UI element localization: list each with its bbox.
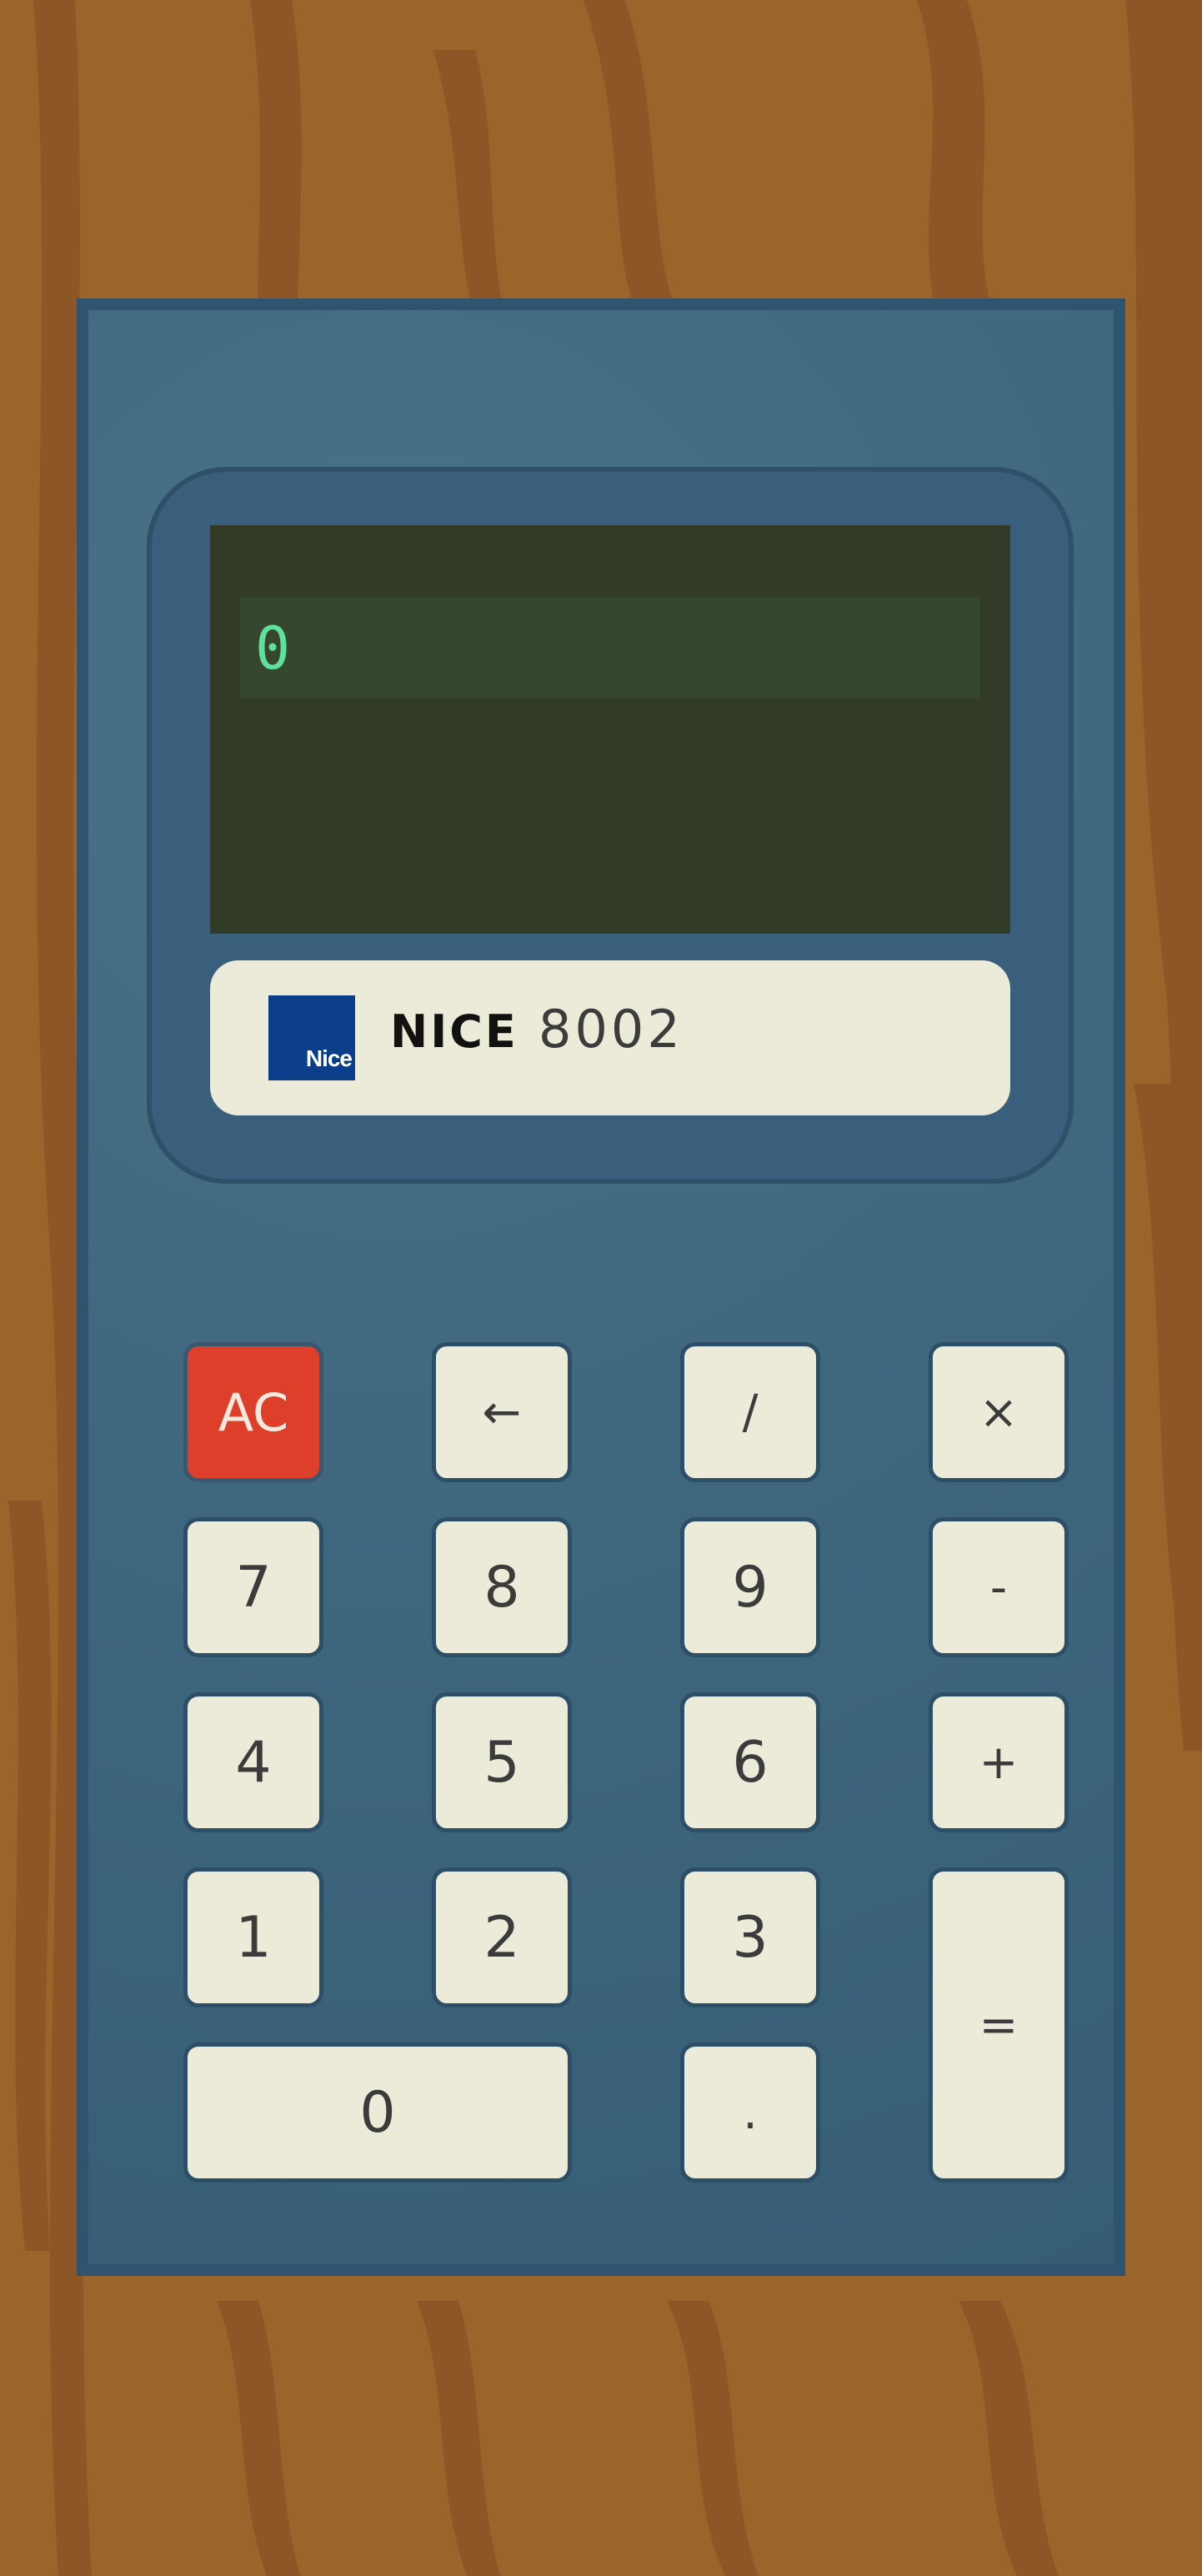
digit-4-button[interactable]: 4 bbox=[183, 1692, 323, 1832]
digit-7-button[interactable]: 7 bbox=[183, 1517, 323, 1657]
display-readout: 0 bbox=[240, 597, 980, 699]
digit-5-button[interactable]: 5 bbox=[432, 1692, 572, 1832]
digit-0-button[interactable]: 0 bbox=[183, 2042, 572, 2183]
minus-button[interactable]: - bbox=[929, 1517, 1069, 1657]
all-clear-button[interactable]: AC bbox=[183, 1342, 323, 1482]
brand-plate: Nice NICE 8002 bbox=[210, 960, 1010, 1115]
digit-2-button[interactable]: 2 bbox=[432, 1867, 572, 2007]
brand-name: NICE bbox=[390, 1005, 518, 1058]
divide-button[interactable]: / bbox=[680, 1342, 820, 1482]
decimal-point-button[interactable]: . bbox=[680, 2042, 820, 2183]
lcd-screen: 0 bbox=[210, 525, 1010, 934]
brand-logo-text: Nice bbox=[305, 1045, 353, 1071]
equals-button[interactable]: = bbox=[929, 1867, 1069, 2183]
keypad: AC ← / × 7 8 9 - 4 5 6 + 1 2 3 = 0 . bbox=[183, 1342, 1145, 2486]
digit-3-button[interactable]: 3 bbox=[680, 1867, 820, 2007]
brand-logo: Nice bbox=[268, 995, 355, 1080]
backspace-button[interactable]: ← bbox=[432, 1342, 572, 1482]
plus-button[interactable]: + bbox=[929, 1692, 1069, 1832]
calculator-body: 0 Nice NICE 8002 AC ← / × 7 8 9 - 4 5 6 … bbox=[77, 298, 1125, 2276]
display-value: 0 bbox=[255, 614, 294, 683]
digit-9-button[interactable]: 9 bbox=[680, 1517, 820, 1657]
display-bezel: 0 Nice NICE 8002 bbox=[147, 467, 1074, 1184]
digit-6-button[interactable]: 6 bbox=[680, 1692, 820, 1832]
digit-1-button[interactable]: 1 bbox=[183, 1867, 323, 2007]
digit-8-button[interactable]: 8 bbox=[432, 1517, 572, 1657]
model-number: 8002 bbox=[538, 999, 684, 1060]
multiply-button[interactable]: × bbox=[929, 1342, 1069, 1482]
